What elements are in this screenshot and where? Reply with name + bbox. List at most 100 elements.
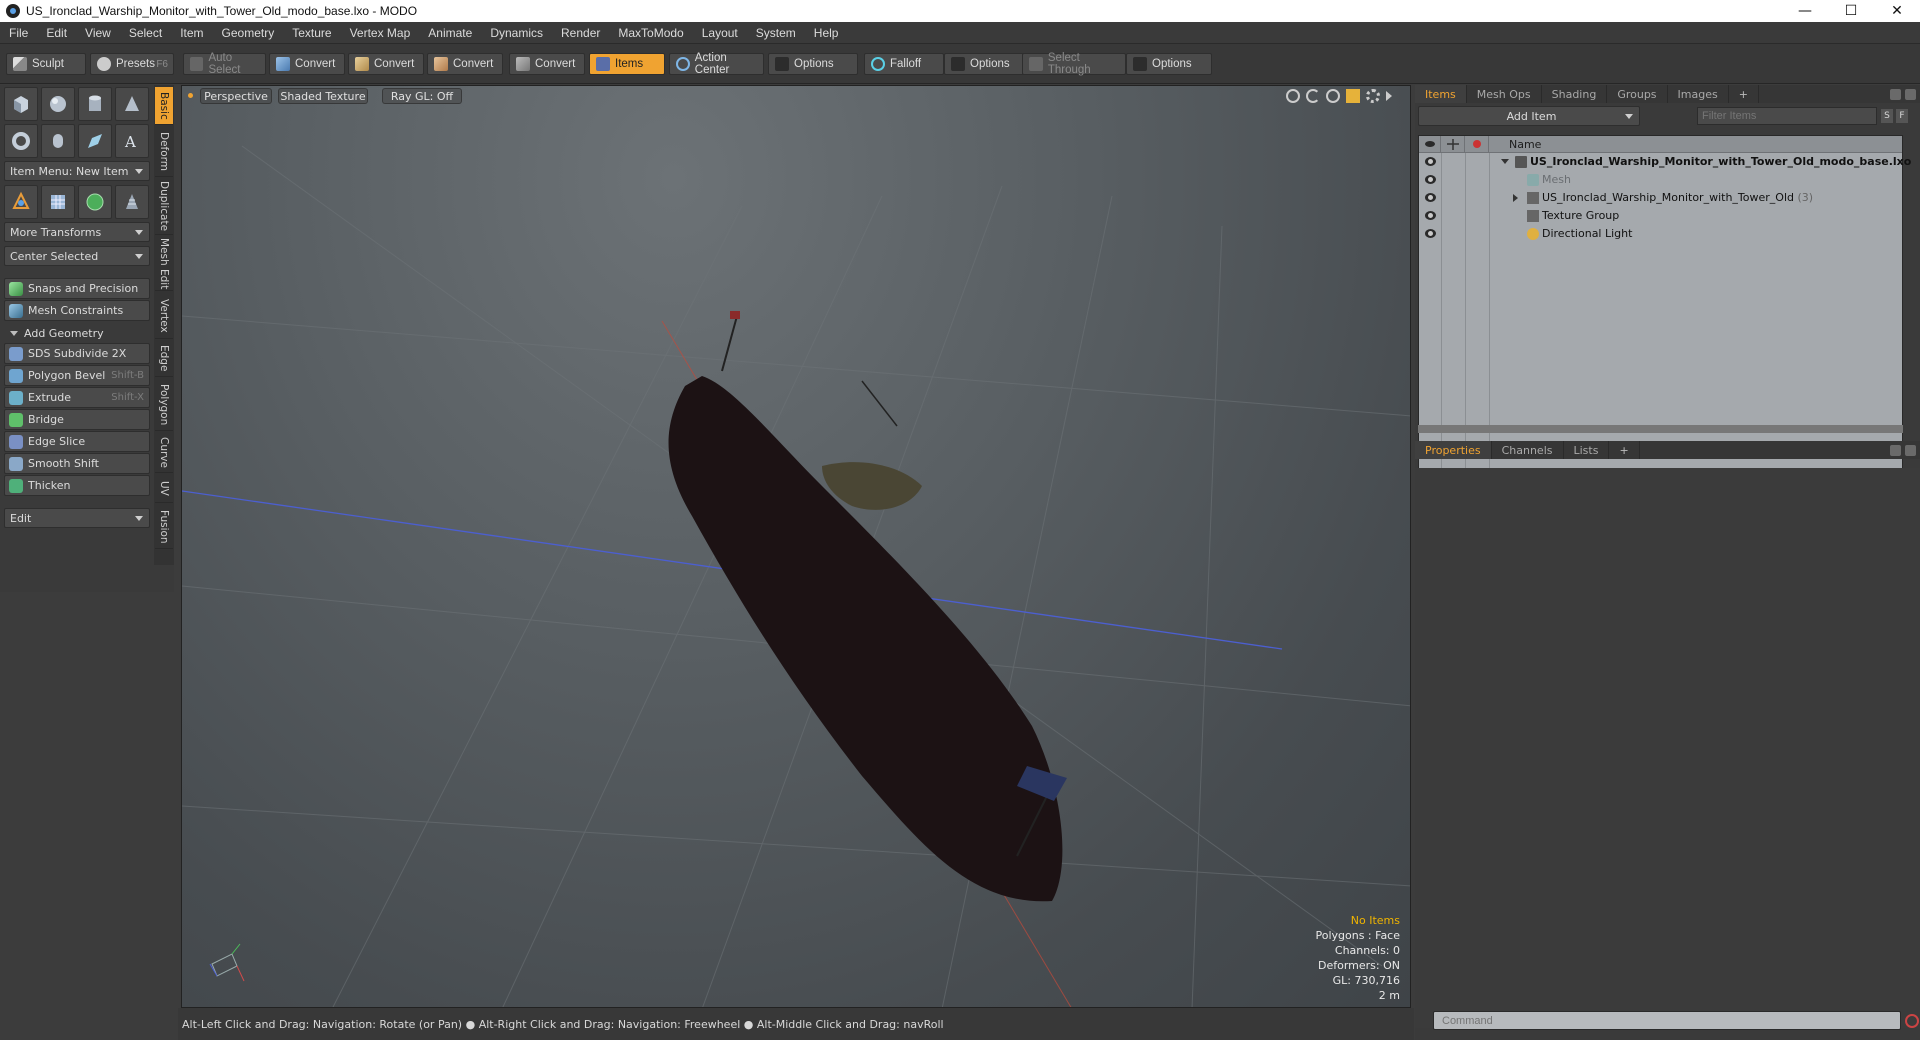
- add-tab-button[interactable]: +: [1729, 85, 1759, 103]
- extrude-button[interactable]: Extrude Shift-X: [4, 387, 150, 408]
- tab-items[interactable]: Items: [1415, 85, 1467, 103]
- capsule-icon[interactable]: [41, 124, 75, 158]
- ray-gl-button[interactable]: Ray GL: Off: [382, 88, 462, 104]
- tree-row-texture-group[interactable]: Texture Group: [1419, 207, 1902, 225]
- visibility-eye-icon[interactable]: [1425, 229, 1436, 238]
- sds-subdivide-button[interactable]: SDS Subdivide 2X: [4, 343, 150, 364]
- vtab-curve[interactable]: Curve: [155, 433, 173, 473]
- select-through-button[interactable]: Select Through: [1022, 52, 1126, 76]
- lock-column-header[interactable]: [1441, 136, 1465, 153]
- action-center-button[interactable]: Action Center: [669, 52, 764, 76]
- convert-button-3[interactable]: Convert: [427, 53, 503, 75]
- search-toggle-button[interactable]: S: [1881, 109, 1893, 123]
- bridge-button[interactable]: Bridge: [4, 409, 150, 430]
- menu-layout[interactable]: Layout: [693, 22, 747, 44]
- auto-select-button[interactable]: Auto Select: [183, 52, 266, 76]
- falloff-options-button[interactable]: Options: [944, 53, 1024, 75]
- polygon-bevel-button[interactable]: Polygon Bevel Shift-B: [4, 365, 150, 386]
- tower-icon[interactable]: [115, 185, 149, 219]
- pan-icon[interactable]: [1286, 89, 1300, 103]
- tab-channels[interactable]: Channels: [1492, 441, 1564, 459]
- gear-icon[interactable]: [1905, 88, 1916, 100]
- text-icon[interactable]: A: [115, 124, 149, 158]
- thicken-button[interactable]: Thicken: [4, 475, 150, 496]
- shading-button[interactable]: Shaded Texture: [278, 88, 368, 104]
- menu-item[interactable]: Item: [171, 22, 212, 44]
- cylinder-icon[interactable]: [78, 87, 112, 121]
- select-through-options-button[interactable]: Options: [1126, 53, 1212, 75]
- perspective-button[interactable]: Perspective: [200, 88, 272, 104]
- visibility-eye-icon[interactable]: [1425, 193, 1436, 202]
- add-item-dropdown[interactable]: Add Item: [1418, 106, 1640, 126]
- visibility-eye-icon[interactable]: [1425, 211, 1436, 220]
- tree-row-directional-light[interactable]: Directional Light: [1419, 225, 1902, 243]
- edge-slice-button[interactable]: Edge Slice: [4, 431, 150, 452]
- menu-maxtomodo[interactable]: MaxToModo: [609, 22, 692, 44]
- convert-button-1[interactable]: Convert: [269, 53, 345, 75]
- vtab-mesh-edit[interactable]: Mesh Edit: [155, 237, 173, 291]
- grid-icon[interactable]: [41, 185, 75, 219]
- tab-images[interactable]: Images: [1668, 85, 1729, 103]
- convert-button-2[interactable]: Convert: [348, 53, 424, 75]
- vtab-fusion[interactable]: Fusion: [155, 505, 173, 549]
- filter-items-input[interactable]: [1697, 107, 1877, 125]
- vtab-vertex[interactable]: Vertex: [155, 293, 173, 339]
- fit-icon[interactable]: [1346, 89, 1360, 103]
- gear-icon[interactable]: [1905, 444, 1916, 456]
- menu-file[interactable]: File: [0, 22, 37, 44]
- globe-icon[interactable]: [78, 185, 112, 219]
- menu-texture[interactable]: Texture: [283, 22, 340, 44]
- center-selected-dropdown[interactable]: Center Selected: [4, 246, 150, 266]
- render-column-header[interactable]: [1465, 136, 1489, 153]
- menu-edit[interactable]: Edit: [37, 22, 76, 44]
- minimize-button[interactable]: —: [1782, 0, 1828, 22]
- zoom-icon[interactable]: [1326, 89, 1340, 103]
- tab-lists[interactable]: Lists: [1564, 441, 1610, 459]
- vtab-uv[interactable]: UV: [155, 475, 173, 503]
- tab-groups[interactable]: Groups: [1607, 85, 1668, 103]
- expand-down-icon[interactable]: [1501, 159, 1509, 164]
- falloff-button[interactable]: Falloff: [864, 53, 944, 75]
- snaps-precision-button[interactable]: Snaps and Precision: [4, 278, 150, 299]
- record-icon[interactable]: [1905, 1014, 1919, 1028]
- expand-right-icon[interactable]: [1513, 194, 1518, 202]
- menu-help[interactable]: Help: [805, 22, 848, 44]
- add-geometry-section[interactable]: Add Geometry: [4, 323, 150, 343]
- menu-select[interactable]: Select: [120, 22, 171, 44]
- name-column-header[interactable]: Name: [1509, 138, 1541, 151]
- vtab-basic[interactable]: Basic: [155, 87, 173, 125]
- more-transforms-dropdown[interactable]: More Transforms: [4, 222, 150, 242]
- action-center-options-button[interactable]: Options: [768, 53, 858, 75]
- convert-button-4[interactable]: Convert: [509, 53, 585, 75]
- chevron-right-icon[interactable]: [1386, 91, 1392, 101]
- menu-view[interactable]: View: [76, 22, 120, 44]
- maximize-button[interactable]: ☐: [1828, 0, 1874, 22]
- vtab-duplicate[interactable]: Duplicate: [155, 179, 173, 235]
- menu-system[interactable]: System: [747, 22, 805, 44]
- tab-shading[interactable]: Shading: [1542, 85, 1608, 103]
- cone-icon[interactable]: [115, 87, 149, 121]
- gear-icon[interactable]: [1366, 89, 1380, 103]
- menu-geometry[interactable]: Geometry: [213, 22, 284, 44]
- sculpt-button[interactable]: Sculpt: [6, 53, 86, 75]
- vtab-edge[interactable]: Edge: [155, 341, 173, 377]
- visibility-eye-icon[interactable]: [1425, 157, 1436, 166]
- menu-dynamics[interactable]: Dynamics: [481, 22, 552, 44]
- smooth-shift-button[interactable]: Smooth Shift: [4, 453, 150, 474]
- cube-icon[interactable]: [4, 87, 38, 121]
- close-button[interactable]: ✕: [1874, 0, 1920, 22]
- vtab-polygon[interactable]: Polygon: [155, 379, 173, 431]
- visibility-column-header[interactable]: [1419, 136, 1441, 153]
- ship-hull[interactable]: [668, 376, 1063, 902]
- mesh-constraints-button[interactable]: Mesh Constraints: [4, 300, 150, 321]
- menu-render[interactable]: Render: [552, 22, 609, 44]
- presets-button[interactable]: Presets F6: [90, 53, 174, 75]
- tree-row-group[interactable]: US_Ironclad_Warship_Monitor_with_Tower_O…: [1419, 189, 1902, 207]
- edit-dropdown[interactable]: Edit: [4, 508, 150, 528]
- visibility-eye-icon[interactable]: [1425, 175, 1436, 184]
- menu-vertex-map[interactable]: Vertex Map: [341, 22, 420, 44]
- tab-properties[interactable]: Properties: [1415, 441, 1492, 459]
- torus-icon[interactable]: [4, 124, 38, 158]
- command-input[interactable]: [1433, 1011, 1901, 1030]
- viewport-menu-dot-icon[interactable]: [188, 93, 193, 98]
